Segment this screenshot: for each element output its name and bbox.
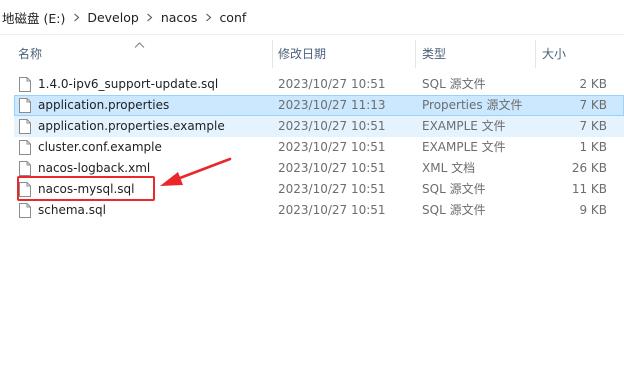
file-type: Properties 源文件: [422, 98, 523, 112]
file-date: 2023/10/27 10:51: [278, 77, 386, 91]
file-size: 26 KB: [571, 161, 607, 175]
column-header-date[interactable]: 修改日期: [273, 34, 418, 72]
breadcrumb-develop[interactable]: Develop: [85, 10, 140, 25]
file-name: 1.4.0-ipv6_support-update.sql: [38, 77, 219, 91]
file-size: 11 KB: [571, 182, 607, 196]
breadcrumb-conf[interactable]: conf: [217, 10, 248, 25]
file-type: SQL 源文件: [422, 203, 486, 217]
file-type: SQL 源文件: [422, 182, 486, 196]
breadcrumb-drive[interactable]: 地磁盘 (E:): [0, 8, 67, 27]
chevron-right-icon[interactable]: [67, 10, 85, 25]
breadcrumb: 地磁盘 (E:) Develop nacos conf: [0, 0, 624, 35]
file-name: schema.sql: [38, 203, 106, 217]
file-size: 9 KB: [579, 203, 607, 217]
file-name: application.properties: [38, 98, 170, 112]
file-row-hover[interactable]: application.properties.example 2023/10/2…: [0, 116, 624, 137]
file-row-selected[interactable]: application.properties 2023/10/27 11:13 …: [0, 95, 624, 116]
file-name: cluster.conf.example: [38, 140, 162, 154]
column-header-bar: 名称 修改日期 类型 大小: [0, 34, 624, 72]
file-date: 2023/10/27 10:51: [278, 161, 386, 175]
file-size: 1 KB: [579, 140, 607, 154]
file-name: application.properties.example: [38, 119, 225, 133]
file-date: 2023/10/27 10:51: [278, 140, 386, 154]
column-header-type[interactable]: 类型: [416, 34, 537, 72]
file-type: EXAMPLE 文件: [422, 140, 506, 154]
file-icon: [19, 140, 31, 155]
annotation-arrow-icon: [160, 157, 232, 186]
column-header-size[interactable]: 大小: [536, 34, 622, 72]
file-type: SQL 源文件: [422, 77, 486, 91]
file-date: 2023/10/27 10:51: [278, 119, 386, 133]
file-icon: [19, 203, 31, 218]
file-type: XML 文档: [422, 161, 476, 175]
file-size: 7 KB: [579, 98, 607, 112]
file-row[interactable]: schema.sql 2023/10/27 10:51 SQL 源文件 9 KB: [0, 200, 624, 221]
file-date: 2023/10/27 11:13: [278, 98, 386, 112]
file-date: 2023/10/27 10:51: [278, 182, 386, 196]
chevron-right-icon[interactable]: [199, 10, 217, 25]
file-row[interactable]: 1.4.0-ipv6_support-update.sql 2023/10/27…: [0, 74, 624, 95]
file-date: 2023/10/27 10:51: [278, 203, 386, 217]
file-row[interactable]: cluster.conf.example 2023/10/27 10:51 EX…: [0, 137, 624, 158]
column-header-name[interactable]: 名称: [14, 34, 274, 72]
file-size: 2 KB: [579, 77, 607, 91]
file-icon: [19, 119, 31, 134]
file-icon: [19, 77, 31, 92]
file-size: 7 KB: [579, 119, 607, 133]
file-icon: [19, 98, 31, 113]
file-icon: [19, 161, 31, 176]
annotation-highlight-box: [17, 176, 155, 201]
breadcrumb-nacos[interactable]: nacos: [159, 10, 200, 25]
chevron-right-icon[interactable]: [141, 10, 159, 25]
file-type: EXAMPLE 文件: [422, 119, 506, 133]
